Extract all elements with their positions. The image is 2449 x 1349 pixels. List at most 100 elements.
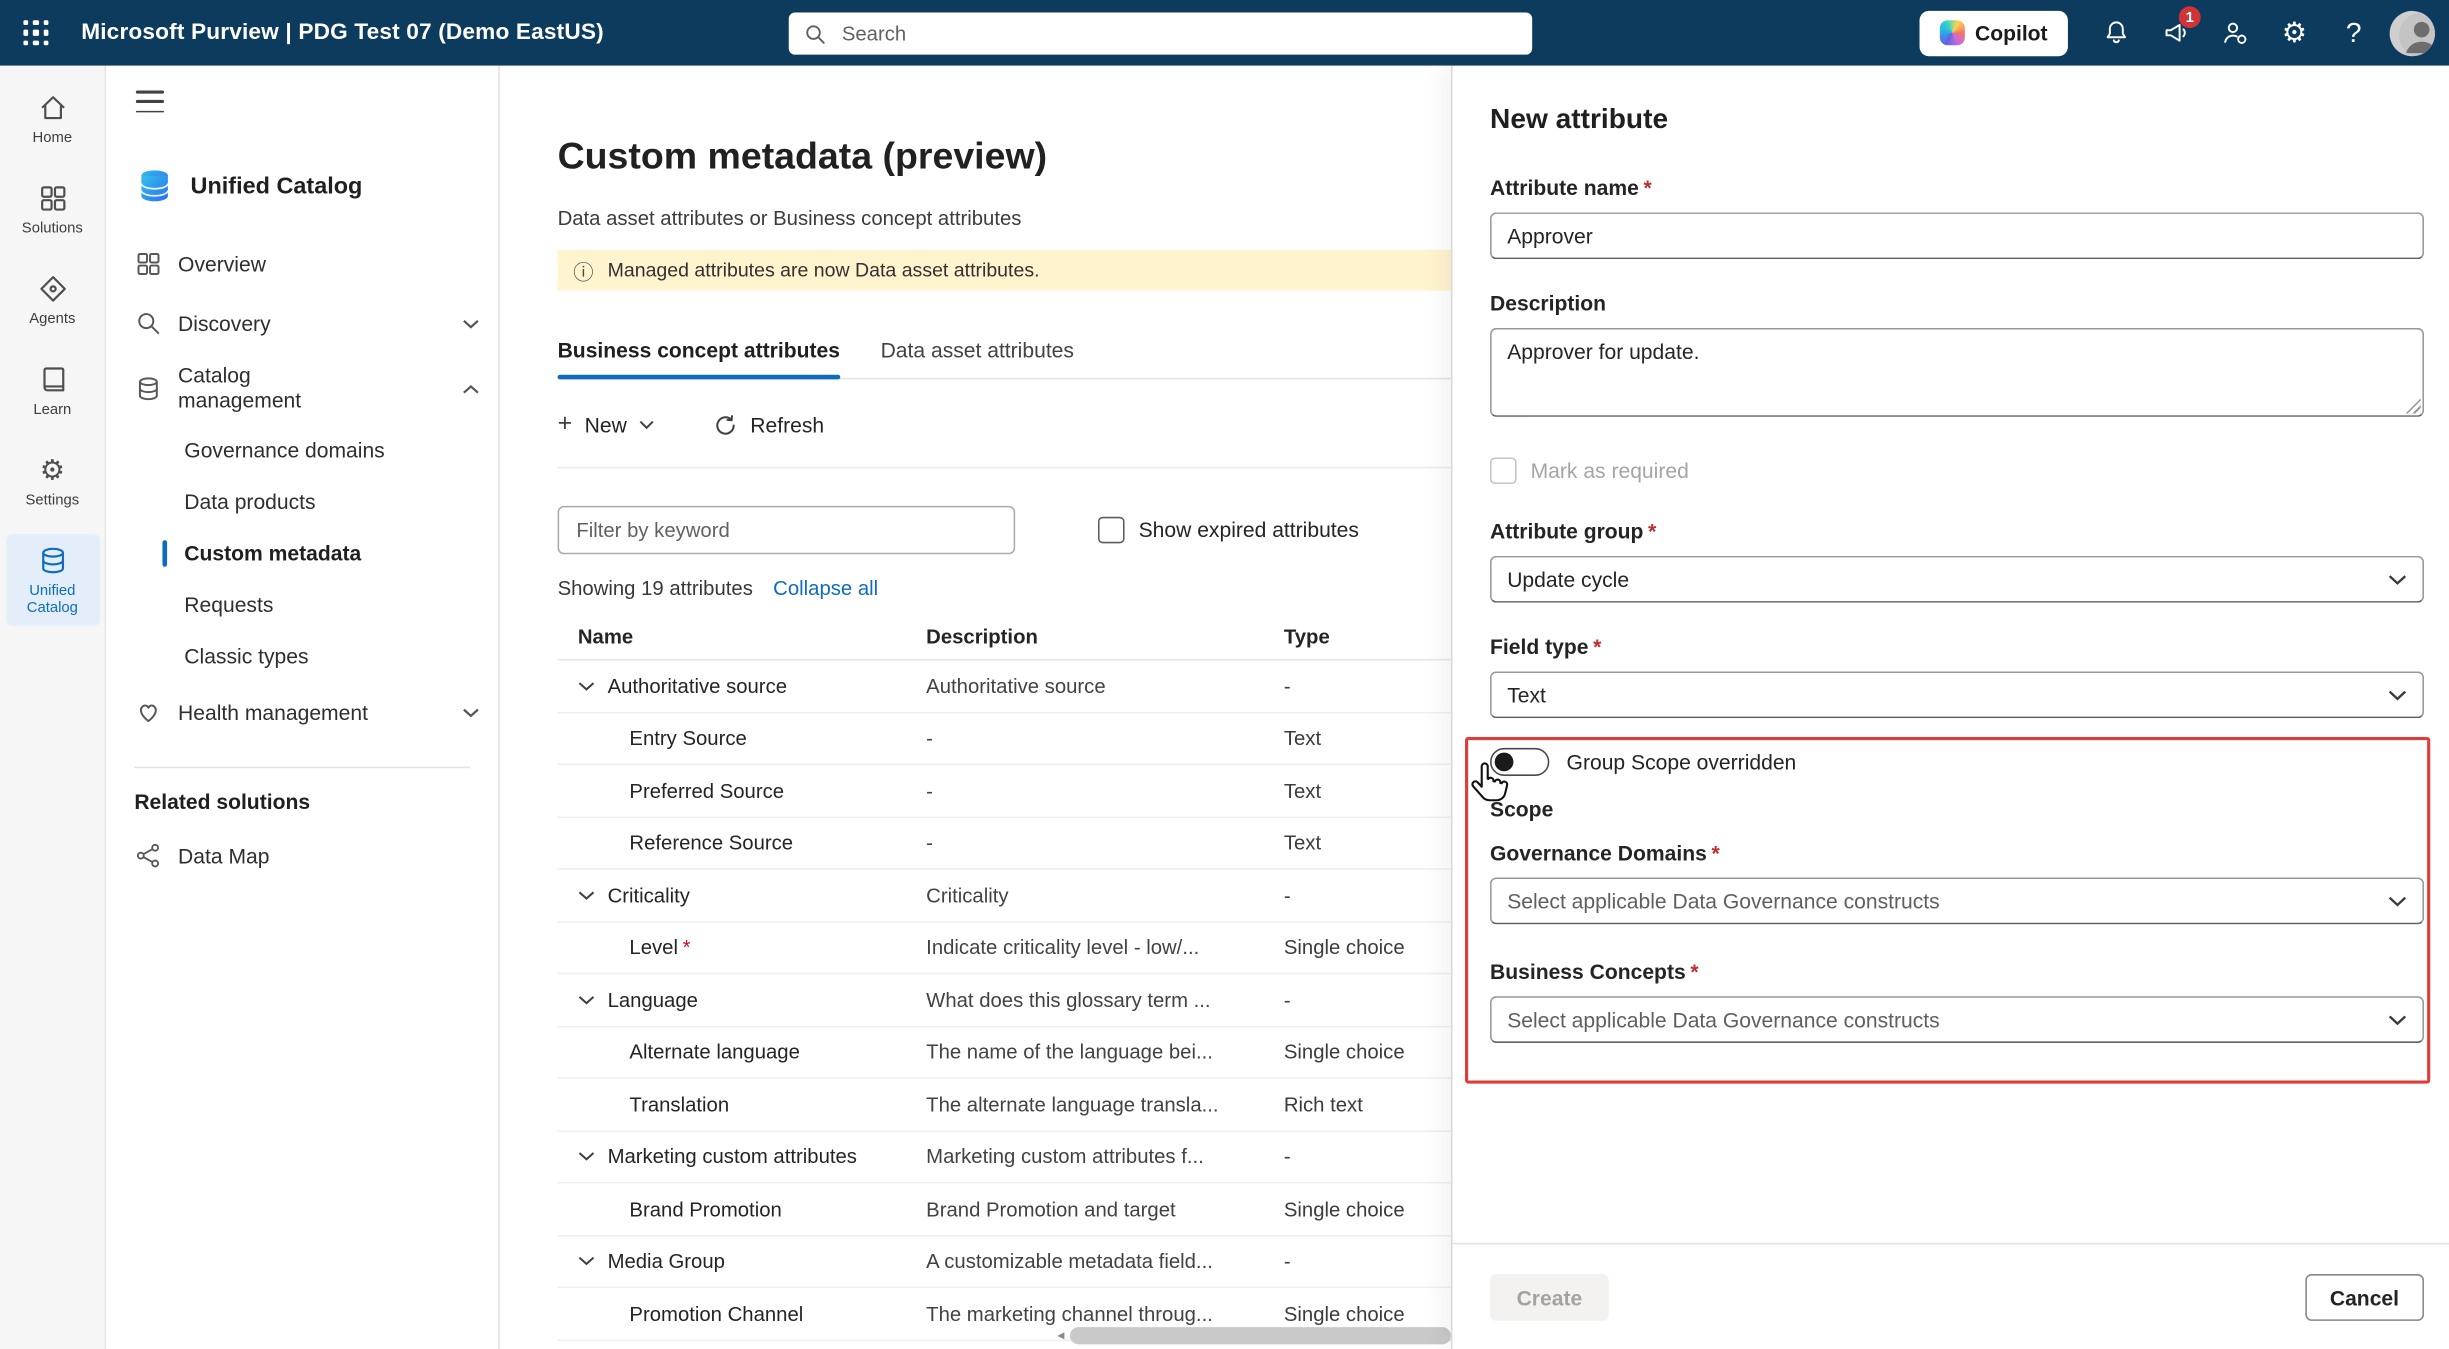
sidebar-item-data-map[interactable]: Data Map (106, 827, 498, 886)
sidebar-item-overview[interactable]: Overview (106, 235, 498, 294)
tab-data-asset-attributes[interactable]: Data asset attributes (881, 337, 1074, 378)
row-description: - (926, 779, 1284, 802)
gear-icon: ⚙ (40, 454, 65, 485)
mark-as-required-row: Mark as required (1490, 456, 2424, 484)
new-button[interactable]: + New (558, 412, 655, 437)
row-expand-chevron-icon[interactable] (578, 1256, 597, 1267)
scrollbar-thumb[interactable] (1069, 1327, 1451, 1344)
table-body: Authoritative source * Authoritative sou… (558, 661, 1451, 1341)
row-expand-chevron-icon[interactable] (578, 890, 597, 901)
search-input[interactable] (839, 20, 1517, 47)
group-scope-toggle-row: Group Scope overridden (1490, 746, 2424, 777)
row-name: Marketing custom attributes (608, 1145, 857, 1168)
required-asterisk: * (1711, 842, 1719, 865)
group-scope-toggle-label: Group Scope overridden (1567, 750, 1797, 773)
row-name-cell: Reference Source * (558, 831, 927, 854)
create-button[interactable]: Create (1490, 1274, 1609, 1321)
sidebar-item-governance-domains[interactable]: Governance domains (106, 425, 498, 477)
sidebar-item-discovery[interactable]: Discovery (106, 294, 498, 353)
sidebar-item-label: Discovery (178, 312, 271, 335)
chevron-down-icon (2388, 895, 2407, 906)
chevron-down-icon (639, 420, 655, 429)
help-icon[interactable]: ? (2324, 0, 2383, 66)
column-header-name[interactable]: Name (558, 625, 927, 648)
row-name: Level (629, 936, 678, 959)
row-type: Text (1284, 779, 1451, 802)
chevron-down-icon (2388, 1014, 2407, 1025)
rail-item-home[interactable]: Home (5, 81, 99, 157)
show-expired-checkbox-row[interactable]: Show expired attributes (1098, 517, 1359, 544)
global-search[interactable] (789, 12, 1532, 54)
table-row[interactable]: Alternate language * The name of the lan… (558, 1027, 1451, 1079)
table-row[interactable]: Level * Indicate criticality level - low… (558, 922, 1451, 974)
home-icon (37, 92, 68, 123)
row-expand-chevron-icon[interactable] (578, 1151, 597, 1162)
rail-item-unified-catalog[interactable]: Unified Catalog (5, 533, 99, 626)
rail-item-label: Home (33, 131, 73, 148)
announcements-icon[interactable]: 1 (2146, 0, 2205, 66)
rail-item-learn[interactable]: Learn (5, 352, 99, 428)
sidebar-item-catalog-management[interactable]: Catalog management (106, 353, 498, 425)
description-textarea[interactable]: Approver for update. (1490, 328, 2424, 417)
sidebar-item-requests[interactable]: Requests (106, 580, 498, 632)
attribute-group-value: Update cycle (1507, 568, 1629, 591)
column-header-description[interactable]: Description (926, 625, 1284, 648)
hamburger-menu-icon[interactable] (136, 91, 164, 113)
mark-as-required-checkbox[interactable] (1490, 457, 1517, 484)
tab-business-concept-attributes[interactable]: Business concept attributes (558, 337, 840, 378)
business-concepts-label: Business Concepts* (1490, 960, 2424, 985)
table-row[interactable]: Authoritative source * Authoritative sou… (558, 661, 1451, 713)
row-name-cell: Language * (558, 988, 927, 1011)
table-row[interactable]: Brand Promotion * Brand Promotion and ta… (558, 1184, 1451, 1236)
scroll-left-arrow-icon[interactable]: ◂ (1057, 1329, 1064, 1343)
governance-domains-dropdown[interactable]: Select applicable Data Governance constr… (1490, 877, 2424, 924)
sidebar-item-classic-types[interactable]: Classic types (106, 631, 498, 683)
row-description: The marketing channel throug... (926, 1302, 1284, 1325)
filter-keyword-input[interactable] (558, 506, 1016, 554)
page-subtitle: Data asset attributes or Business concep… (558, 206, 1451, 231)
business-concepts-dropdown[interactable]: Select applicable Data Governance constr… (1490, 996, 2424, 1043)
copilot-button[interactable]: Copilot (1919, 10, 2068, 55)
row-name-cell: Entry Source * (558, 727, 927, 750)
row-type: - (1284, 883, 1451, 906)
avatar[interactable] (2390, 10, 2435, 55)
refresh-button[interactable]: Refresh (714, 413, 824, 436)
column-header-type[interactable]: Type (1284, 625, 1451, 648)
attribute-group-dropdown[interactable]: Update cycle (1490, 556, 2424, 603)
business-concepts-placeholder: Select applicable Data Governance constr… (1507, 1008, 1939, 1031)
rail-item-agents[interactable]: Agents (5, 262, 99, 338)
table-row[interactable]: Criticality * Criticality - (558, 870, 1451, 922)
field-type-dropdown[interactable]: Text (1490, 671, 2424, 718)
row-name: Reference Source (629, 831, 793, 854)
waffle-menu-icon[interactable] (0, 0, 72, 66)
row-expand-chevron-icon[interactable] (578, 994, 597, 1005)
row-expand-chevron-icon[interactable] (578, 680, 597, 691)
table-row[interactable]: Marketing custom attributes * Marketing … (558, 1131, 1451, 1183)
row-name-cell: Alternate language * (558, 1040, 927, 1063)
horizontal-scrollbar[interactable]: ◂ (1057, 1327, 1451, 1344)
row-description: Marketing custom attributes f... (926, 1145, 1284, 1168)
collapse-all-link[interactable]: Collapse all (773, 576, 878, 601)
rail-item-label: Learn (33, 402, 71, 419)
table-row[interactable]: Reference Source * - Text (558, 817, 1451, 869)
notifications-bell-icon[interactable] (2087, 0, 2146, 66)
settings-gear-icon[interactable]: ⚙ (2265, 0, 2324, 66)
rail-item-solutions[interactable]: Solutions (5, 172, 99, 248)
table-row[interactable]: Preferred Source * - Text (558, 765, 1451, 817)
attribute-name-input[interactable] (1490, 212, 2424, 259)
table-row[interactable]: Entry Source * - Text (558, 713, 1451, 765)
table-row[interactable]: Translation * The alternate language tra… (558, 1079, 1451, 1131)
group-scope-toggle[interactable] (1490, 748, 1549, 776)
cancel-button[interactable]: Cancel (2305, 1274, 2424, 1321)
row-name: Preferred Source (629, 779, 784, 802)
sidebar-item-custom-metadata[interactable]: Custom metadata (106, 528, 498, 580)
rail-item-label: Settings (26, 493, 80, 510)
show-expired-checkbox[interactable] (1098, 517, 1125, 544)
scope-label: Scope (1490, 796, 2424, 823)
table-row[interactable]: Language * What does this glossary term … (558, 974, 1451, 1026)
rail-item-settings[interactable]: ⚙ Settings (5, 443, 99, 519)
sidebar-item-health-management[interactable]: Health management (106, 683, 498, 742)
table-row[interactable]: Media Group * A customizable metadata fi… (558, 1236, 1451, 1288)
sidebar-item-data-products[interactable]: Data products (106, 477, 498, 529)
account-settings-icon[interactable] (2205, 0, 2264, 66)
